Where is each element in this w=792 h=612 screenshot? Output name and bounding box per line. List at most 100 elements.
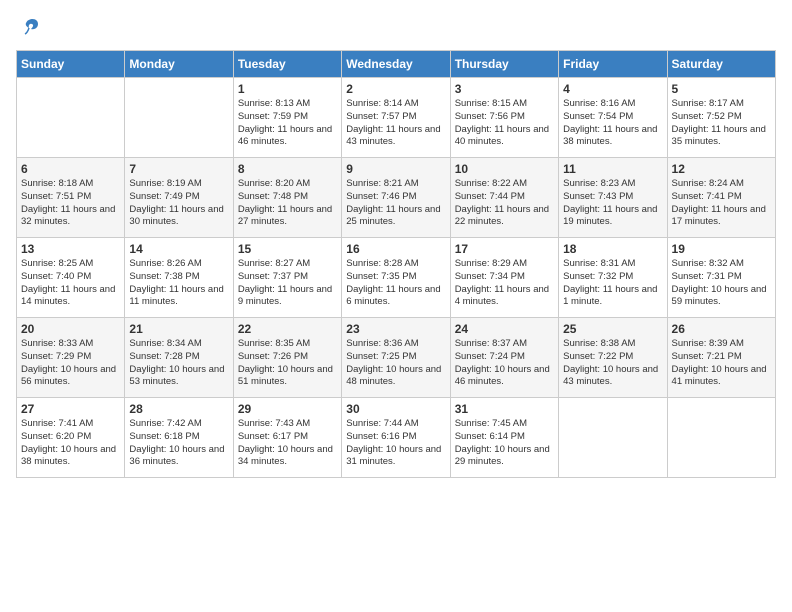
day-info: Sunrise: 8:28 AM Sunset: 7:35 PM Dayligh…: [346, 258, 445, 309]
column-header-saturday: Saturday: [667, 51, 775, 78]
calendar-cell: 11 Sunrise: 8:23 AM Sunset: 7:43 PM Dayli…: [559, 158, 667, 238]
calendar-cell: 21 Sunrise: 8:34 AM Sunset: 7:28 PM Dayli…: [125, 318, 233, 398]
day-number: 23: [346, 322, 445, 336]
day-info: Sunrise: 8:18 AM Sunset: 7:51 PM Dayligh…: [21, 178, 120, 229]
calendar-cell: 12 Sunrise: 8:24 AM Sunset: 7:41 PM Dayli…: [667, 158, 775, 238]
day-info: Sunrise: 8:34 AM Sunset: 7:28 PM Dayligh…: [129, 338, 228, 389]
calendar-cell: 2 Sunrise: 8:14 AM Sunset: 7:57 PM Daylig…: [342, 78, 450, 158]
calendar-cell: 20 Sunrise: 8:33 AM Sunset: 7:29 PM Dayli…: [17, 318, 125, 398]
calendar-cell: 7 Sunrise: 8:19 AM Sunset: 7:49 PM Daylig…: [125, 158, 233, 238]
day-info: Sunrise: 8:23 AM Sunset: 7:43 PM Dayligh…: [563, 178, 662, 229]
calendar-cell: 27 Sunrise: 7:41 AM Sunset: 6:20 PM Dayli…: [17, 398, 125, 478]
day-info: Sunrise: 8:39 AM Sunset: 7:21 PM Dayligh…: [672, 338, 771, 389]
logo-bird-icon: [18, 16, 40, 38]
day-info: Sunrise: 8:32 AM Sunset: 7:31 PM Dayligh…: [672, 258, 771, 309]
calendar-cell: 4 Sunrise: 8:16 AM Sunset: 7:54 PM Daylig…: [559, 78, 667, 158]
calendar-table: SundayMondayTuesdayWednesdayThursdayFrid…: [16, 50, 776, 478]
calendar-week-row: 6 Sunrise: 8:18 AM Sunset: 7:51 PM Daylig…: [17, 158, 776, 238]
day-info: Sunrise: 8:14 AM Sunset: 7:57 PM Dayligh…: [346, 98, 445, 149]
day-number: 2: [346, 82, 445, 96]
day-number: 7: [129, 162, 228, 176]
calendar-cell: 1 Sunrise: 8:13 AM Sunset: 7:59 PM Daylig…: [233, 78, 341, 158]
calendar-cell: 16 Sunrise: 8:28 AM Sunset: 7:35 PM Dayli…: [342, 238, 450, 318]
day-number: 25: [563, 322, 662, 336]
column-header-thursday: Thursday: [450, 51, 558, 78]
calendar-cell: 28Sunrise: 7:42 AM Sunset: 6:18 PM Dayli…: [125, 398, 233, 478]
calendar-cell: 31 Sunrise: 7:45 AM Sunset: 6:14 PM Dayli…: [450, 398, 558, 478]
column-header-sunday: Sunday: [17, 51, 125, 78]
day-number: 12: [672, 162, 771, 176]
day-number: 20: [21, 322, 120, 336]
day-info: Sunrise: 8:31 AM Sunset: 7:32 PM Dayligh…: [563, 258, 662, 309]
day-info: Sunrise: 8:20 AM Sunset: 7:48 PM Dayligh…: [238, 178, 337, 229]
calendar-cell: 17Sunrise: 8:29 AM Sunset: 7:34 PM Dayli…: [450, 238, 558, 318]
day-info: Sunrise: 8:35 AM Sunset: 7:26 PM Dayligh…: [238, 338, 337, 389]
day-number: 9: [346, 162, 445, 176]
calendar-cell: 13 Sunrise: 8:25 AM Sunset: 7:40 PM Dayli…: [17, 238, 125, 318]
day-info: Sunrise: 7:41 AM Sunset: 6:20 PM Dayligh…: [21, 418, 120, 469]
day-number: 10: [455, 162, 554, 176]
day-info: Sunrise: 7:44 AM Sunset: 6:16 PM Dayligh…: [346, 418, 445, 469]
logo-image: [16, 16, 42, 38]
calendar-cell: 26 Sunrise: 8:39 AM Sunset: 7:21 PM Dayli…: [667, 318, 775, 398]
day-number: 6: [21, 162, 120, 176]
column-header-monday: Monday: [125, 51, 233, 78]
day-number: 19: [672, 242, 771, 256]
day-number: 26: [672, 322, 771, 336]
calendar-cell: [125, 78, 233, 158]
day-number: 17: [455, 242, 554, 256]
day-info: Sunrise: 8:22 AM Sunset: 7:44 PM Dayligh…: [455, 178, 554, 229]
calendar-cell: 25Sunrise: 8:38 AM Sunset: 7:22 PM Dayli…: [559, 318, 667, 398]
day-info: Sunrise: 8:13 AM Sunset: 7:59 PM Dayligh…: [238, 98, 337, 149]
day-info: Sunrise: 7:45 AM Sunset: 6:14 PM Dayligh…: [455, 418, 554, 469]
calendar-header-row: SundayMondayTuesdayWednesdayThursdayFrid…: [17, 51, 776, 78]
day-info: Sunrise: 7:43 AM Sunset: 6:17 PM Dayligh…: [238, 418, 337, 469]
calendar-cell: 15 Sunrise: 8:27 AM Sunset: 7:37 PM Dayli…: [233, 238, 341, 318]
calendar-cell: 24Sunrise: 8:37 AM Sunset: 7:24 PM Dayli…: [450, 318, 558, 398]
day-number: 13: [21, 242, 120, 256]
day-info: Sunrise: 8:16 AM Sunset: 7:54 PM Dayligh…: [563, 98, 662, 149]
day-number: 27: [21, 402, 120, 416]
calendar-cell: [559, 398, 667, 478]
calendar-week-row: 20 Sunrise: 8:33 AM Sunset: 7:29 PM Dayli…: [17, 318, 776, 398]
calendar-cell: 18Sunrise: 8:31 AM Sunset: 7:32 PM Dayli…: [559, 238, 667, 318]
day-info: Sunrise: 8:24 AM Sunset: 7:41 PM Dayligh…: [672, 178, 771, 229]
day-number: 4: [563, 82, 662, 96]
calendar-cell: [17, 78, 125, 158]
day-info: Sunrise: 7:42 AM Sunset: 6:18 PM Dayligh…: [129, 418, 228, 469]
calendar-cell: 14 Sunrise: 8:26 AM Sunset: 7:38 PM Dayli…: [125, 238, 233, 318]
day-number: 31: [455, 402, 554, 416]
day-info: Sunrise: 8:27 AM Sunset: 7:37 PM Dayligh…: [238, 258, 337, 309]
day-number: 5: [672, 82, 771, 96]
day-number: 30: [346, 402, 445, 416]
calendar-cell: 23 Sunrise: 8:36 AM Sunset: 7:25 PM Dayli…: [342, 318, 450, 398]
calendar-cell: 6 Sunrise: 8:18 AM Sunset: 7:51 PM Daylig…: [17, 158, 125, 238]
calendar-week-row: 13 Sunrise: 8:25 AM Sunset: 7:40 PM Dayli…: [17, 238, 776, 318]
day-info: Sunrise: 8:33 AM Sunset: 7:29 PM Dayligh…: [21, 338, 120, 389]
calendar-cell: 19 Sunrise: 8:32 AM Sunset: 7:31 PM Dayli…: [667, 238, 775, 318]
day-info: Sunrise: 8:26 AM Sunset: 7:38 PM Dayligh…: [129, 258, 228, 309]
calendar-cell: 9 Sunrise: 8:21 AM Sunset: 7:46 PM Daylig…: [342, 158, 450, 238]
day-number: 11: [563, 162, 662, 176]
day-info: Sunrise: 8:25 AM Sunset: 7:40 PM Dayligh…: [21, 258, 120, 309]
calendar-cell: 10 Sunrise: 8:22 AM Sunset: 7:44 PM Dayli…: [450, 158, 558, 238]
column-header-friday: Friday: [559, 51, 667, 78]
page-header: [16, 16, 776, 38]
calendar-week-row: 27 Sunrise: 7:41 AM Sunset: 6:20 PM Dayli…: [17, 398, 776, 478]
calendar-week-row: 1 Sunrise: 8:13 AM Sunset: 7:59 PM Daylig…: [17, 78, 776, 158]
day-number: 1: [238, 82, 337, 96]
day-number: 22: [238, 322, 337, 336]
day-info: Sunrise: 8:19 AM Sunset: 7:49 PM Dayligh…: [129, 178, 228, 229]
day-number: 14: [129, 242, 228, 256]
day-info: Sunrise: 8:21 AM Sunset: 7:46 PM Dayligh…: [346, 178, 445, 229]
day-info: Sunrise: 8:36 AM Sunset: 7:25 PM Dayligh…: [346, 338, 445, 389]
day-info: Sunrise: 8:37 AM Sunset: 7:24 PM Dayligh…: [455, 338, 554, 389]
day-number: 21: [129, 322, 228, 336]
day-number: 15: [238, 242, 337, 256]
day-number: 29: [238, 402, 337, 416]
day-number: 16: [346, 242, 445, 256]
calendar-cell: 5Sunrise: 8:17 AM Sunset: 7:52 PM Daylig…: [667, 78, 775, 158]
day-number: 8: [238, 162, 337, 176]
calendar-cell: 29 Sunrise: 7:43 AM Sunset: 6:17 PM Dayli…: [233, 398, 341, 478]
calendar-cell: 30 Sunrise: 7:44 AM Sunset: 6:16 PM Dayli…: [342, 398, 450, 478]
